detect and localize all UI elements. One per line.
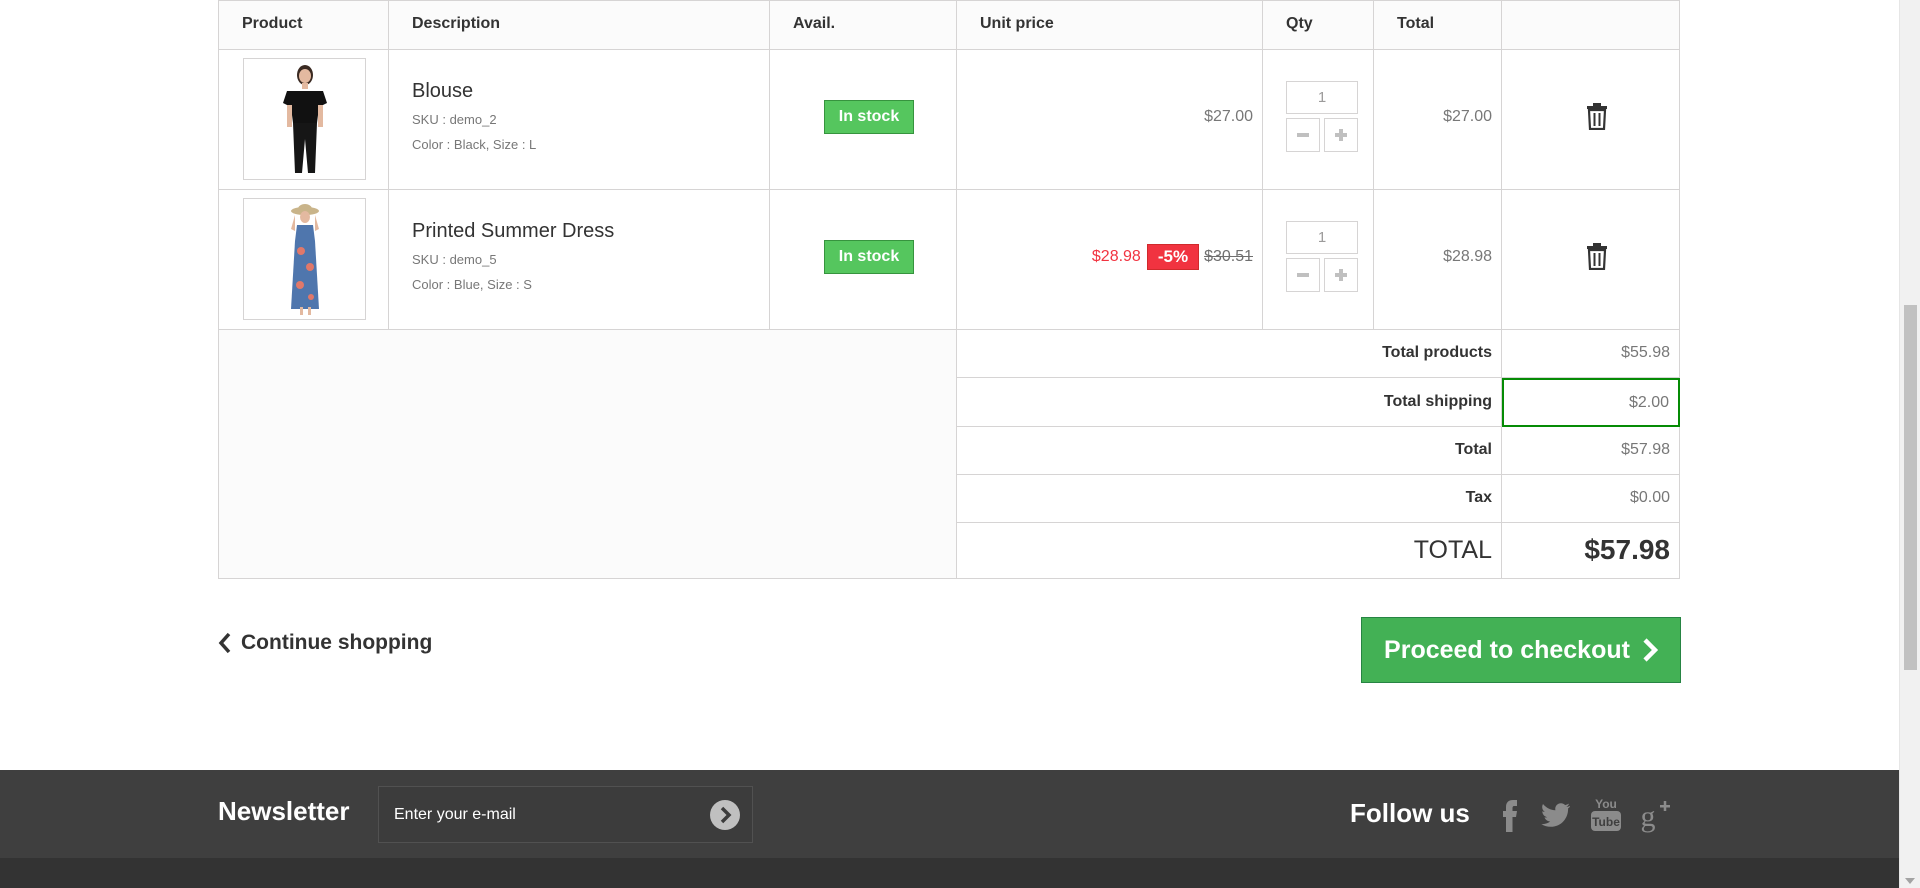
- header-description: Description: [389, 1, 770, 50]
- newsletter-submit-icon[interactable]: [710, 800, 740, 830]
- total-value: $57.98: [1502, 427, 1680, 475]
- google-plus-icon[interactable]: g: [1636, 794, 1672, 834]
- facebook-icon[interactable]: [1492, 794, 1528, 834]
- product-image-blouse[interactable]: [243, 58, 366, 180]
- unit-price: $28.98: [1091, 248, 1141, 265]
- total-shipping-row: Total shipping $2.00: [956, 378, 1680, 427]
- footer: Newsletter Enter your e-mail Follow us Y…: [0, 770, 1899, 888]
- totals-spacer: [218, 330, 957, 579]
- plus-icon: [1335, 129, 1347, 141]
- scroll-down-arrow-icon[interactable]: [1905, 878, 1915, 884]
- old-price: $30.51: [1204, 248, 1253, 265]
- product-sku: SKU : demo_5: [412, 252, 497, 267]
- minus-icon: [1297, 273, 1309, 277]
- total-shipping-label: Total shipping: [956, 378, 1502, 427]
- twitter-icon[interactable]: [1537, 794, 1573, 834]
- dress-image: [290, 204, 319, 315]
- svg-text:You: You: [1595, 797, 1617, 811]
- newsletter-title: Newsletter: [218, 796, 350, 826]
- quantity-increase-button[interactable]: [1324, 258, 1358, 292]
- product-attributes[interactable]: Color : Black, Size : L: [412, 137, 536, 152]
- grand-total-row: TOTAL $57.98: [956, 523, 1680, 579]
- table-header: Product Description Avail. Unit price Qt…: [218, 0, 1680, 50]
- table-row: Printed Summer Dress SKU : demo_5 Color …: [218, 190, 1680, 330]
- quantity-decrease-button[interactable]: [1286, 118, 1320, 152]
- trash-icon[interactable]: [1585, 242, 1609, 270]
- tax-label: Tax: [956, 475, 1502, 523]
- header-actions: [1502, 1, 1680, 50]
- newsletter-email-input[interactable]: Enter your e-mail: [394, 806, 516, 824]
- page-scrollbar[interactable]: [1899, 0, 1920, 888]
- continue-shopping-label: Continue shopping: [241, 631, 433, 654]
- tax-row: Tax $0.00: [956, 475, 1680, 523]
- grand-total-value: $57.98: [1502, 523, 1680, 579]
- tax-value: $0.00: [1502, 475, 1680, 523]
- proceed-to-checkout-button[interactable]: Proceed to checkout: [1361, 617, 1681, 683]
- svg-text:g: g: [1641, 800, 1656, 833]
- discount-badge: -5%: [1146, 244, 1200, 270]
- cart-totals: Total products $55.98 Total shipping $2.…: [218, 330, 1680, 579]
- newsletter-form: Enter your e-mail: [378, 786, 753, 843]
- footer-bottom-bar: [0, 858, 1899, 888]
- header-total: Total: [1374, 1, 1502, 50]
- chevron-left-icon: [218, 632, 231, 654]
- chevron-right-icon: [1643, 638, 1658, 662]
- status-badge: In stock: [824, 240, 914, 274]
- product-sku: SKU : demo_2: [412, 112, 497, 127]
- line-total: $28.98: [1443, 248, 1492, 265]
- total-products-label: Total products: [956, 330, 1502, 378]
- minus-icon: [1297, 133, 1309, 137]
- total-shipping-value: $2.00: [1502, 378, 1680, 427]
- header-qty: Qty: [1263, 1, 1374, 50]
- table-row: Blouse SKU : demo_2 Color : Black, Size …: [218, 50, 1680, 190]
- unit-price: $27.00: [1204, 108, 1253, 125]
- continue-shopping-link[interactable]: Continue shopping: [218, 631, 432, 655]
- quantity-input[interactable]: 1: [1286, 81, 1358, 114]
- line-total: $27.00: [1443, 108, 1492, 125]
- status-badge: In stock: [824, 100, 914, 134]
- checkout-label: Proceed to checkout: [1384, 635, 1630, 664]
- follow-us-title: Follow us: [1350, 798, 1470, 828]
- grand-total-label: TOTAL: [956, 523, 1502, 579]
- total-products-row: Total products $55.98: [956, 330, 1680, 378]
- svg-text:Tube: Tube: [1592, 815, 1620, 829]
- total-label: Total: [956, 427, 1502, 475]
- unit-price-group: $28.98 -5% $30.51: [1092, 244, 1253, 270]
- plus-icon: [1335, 269, 1347, 281]
- trash-icon[interactable]: [1585, 102, 1609, 130]
- blouse-image: [282, 65, 327, 173]
- total-products-value: $55.98: [1502, 330, 1680, 378]
- product-name-link[interactable]: Blouse: [412, 80, 473, 103]
- header-unit-price: Unit price: [957, 1, 1263, 50]
- header-availability: Avail.: [770, 1, 957, 50]
- product-attributes[interactable]: Color : Blue, Size : S: [412, 277, 532, 292]
- cart-page: Product Description Avail. Unit price Qt…: [0, 0, 1899, 888]
- total-row: Total $57.98: [956, 427, 1680, 475]
- quantity-input[interactable]: 1: [1286, 221, 1358, 254]
- quantity-increase-button[interactable]: [1324, 118, 1358, 152]
- product-image-printed-summer-dress[interactable]: [243, 198, 366, 320]
- product-name-link[interactable]: Printed Summer Dress: [412, 220, 614, 243]
- youtube-icon[interactable]: You Tube: [1588, 794, 1624, 834]
- quantity-decrease-button[interactable]: [1286, 258, 1320, 292]
- scrollbar-thumb[interactable]: [1904, 305, 1917, 670]
- header-product: Product: [218, 1, 389, 50]
